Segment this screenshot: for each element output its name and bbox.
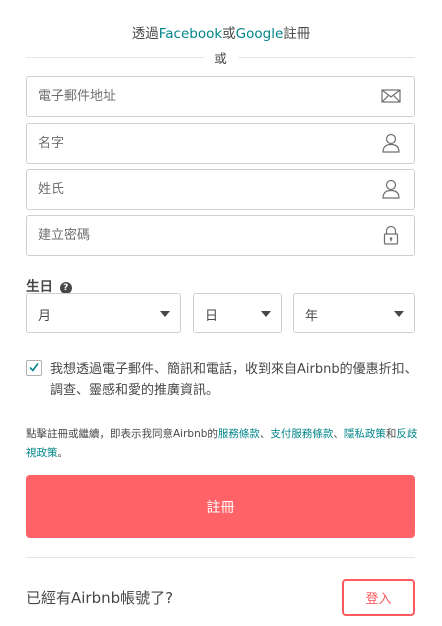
day-select-value: 日	[205, 309, 219, 324]
signup-button[interactable]: 註冊	[26, 475, 415, 538]
facebook-link[interactable]: Facebook	[159, 26, 222, 42]
payment-terms-link[interactable]: 支付服務條款	[270, 428, 333, 440]
password-input[interactable]	[27, 216, 357, 255]
user-icon	[382, 179, 400, 199]
already-have-account-text: 已經有Airbnb帳號了?	[26, 589, 174, 607]
envelope-icon	[381, 89, 401, 103]
last-name-field[interactable]	[26, 169, 415, 210]
or-divider: 或	[26, 46, 415, 68]
last-name-input[interactable]	[27, 170, 357, 209]
divider-rule-right	[238, 57, 415, 58]
social-or: 或	[222, 26, 236, 42]
social-suffix: 註冊	[283, 26, 311, 42]
first-name-field[interactable]	[26, 123, 415, 164]
footer-divider	[26, 557, 415, 558]
chevron-down-icon	[261, 311, 271, 317]
google-link[interactable]: Google	[236, 26, 284, 42]
social-prefix: 透過	[131, 26, 159, 42]
terms-notice: 點擊註冊或繼續，即表示我同意Airbnb的服務條款、支付服務條款、隱私政策和反歧…	[26, 425, 418, 463]
marketing-consent-checkbox[interactable]	[26, 360, 42, 376]
email-input[interactable]	[27, 77, 357, 116]
year-select-value: 年	[305, 309, 319, 324]
month-select-value: 月	[38, 309, 52, 324]
chevron-down-icon	[394, 311, 404, 317]
day-select[interactable]: 日	[193, 293, 282, 333]
month-select[interactable]: 月	[26, 293, 181, 333]
login-button[interactable]: 登入	[342, 579, 415, 616]
lock-icon	[383, 225, 399, 245]
chevron-down-icon	[160, 311, 170, 317]
checkmark-icon	[29, 363, 39, 372]
year-select[interactable]: 年	[293, 293, 415, 333]
terms-sep-1: 、	[259, 428, 271, 440]
social-signup-line: 透過Facebook或Google註冊	[0, 22, 442, 42]
marketing-consent-text: 我想透過電子郵件、簡訊和電話，收到來自Airbnb的優惠折扣、調查、靈感和愛的推…	[50, 362, 418, 398]
service-terms-link[interactable]: 服務條款	[218, 428, 260, 440]
terms-end: 。	[57, 447, 69, 459]
terms-sep-2: 、	[333, 428, 344, 440]
birthday-heading: 生日 ?	[26, 275, 72, 295]
first-name-input[interactable]	[27, 124, 357, 163]
password-field[interactable]	[26, 215, 415, 256]
terms-prefix: 點擊註冊或繼續，即表示我同意Airbnb的	[26, 428, 218, 440]
privacy-policy-link[interactable]: 隱私政策	[344, 428, 386, 440]
terms-and: 和	[385, 428, 397, 440]
email-field[interactable]	[26, 76, 415, 117]
user-icon	[382, 133, 400, 153]
